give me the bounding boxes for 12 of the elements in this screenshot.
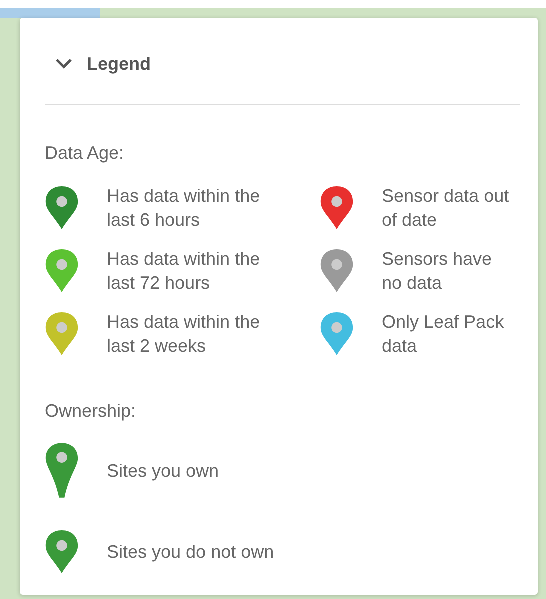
legend-label: Has data within the last 72 hours xyxy=(107,248,262,295)
legend-label: Only Leaf Pack data xyxy=(382,311,506,358)
legend-label: Sensors have no data xyxy=(382,248,494,295)
legend-label: Has data within the last 6 hours xyxy=(107,185,262,232)
legend-label: Has data within the last 2 weeks xyxy=(107,311,262,358)
section-heading: Ownership: xyxy=(45,401,138,422)
legend-label: Sensor data out of date xyxy=(382,185,510,232)
legend-label: Sites you do not own xyxy=(107,541,274,564)
section-heading: Data Age: xyxy=(45,143,126,164)
chevron-icon xyxy=(55,58,73,70)
legend-toggle[interactable]: Legend xyxy=(45,46,152,82)
legend-label: Sites you own xyxy=(107,460,220,483)
